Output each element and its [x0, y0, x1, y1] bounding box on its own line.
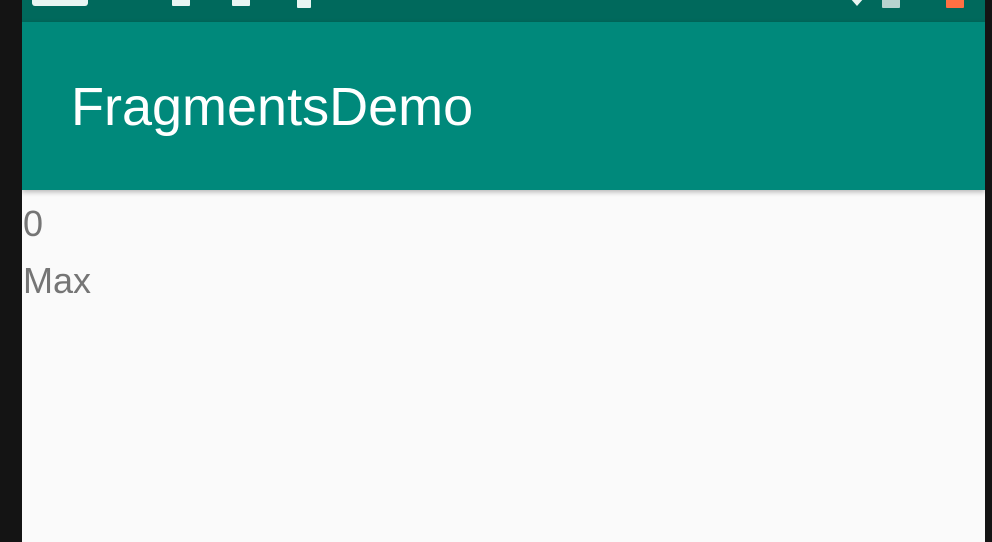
screen-frame: FragmentsDemo 0 Max [0, 0, 992, 542]
wifi-icon [850, 0, 864, 14]
app-bar: FragmentsDemo [22, 22, 985, 190]
signal-icon [882, 0, 900, 8]
max-label-text: Max [23, 260, 92, 301]
fragment-content: 0 Max [22, 190, 985, 542]
clipboard-icon [297, 0, 311, 8]
app-title: FragmentsDemo [71, 77, 474, 137]
battery-icon [946, 0, 964, 8]
counter-value-text: 0 [23, 203, 44, 244]
sd-card-icon [232, 0, 250, 6]
status-bar [22, 0, 985, 22]
time-icon [32, 0, 88, 6]
device-screen: FragmentsDemo 0 Max [22, 0, 985, 542]
notification-icon [172, 0, 190, 6]
